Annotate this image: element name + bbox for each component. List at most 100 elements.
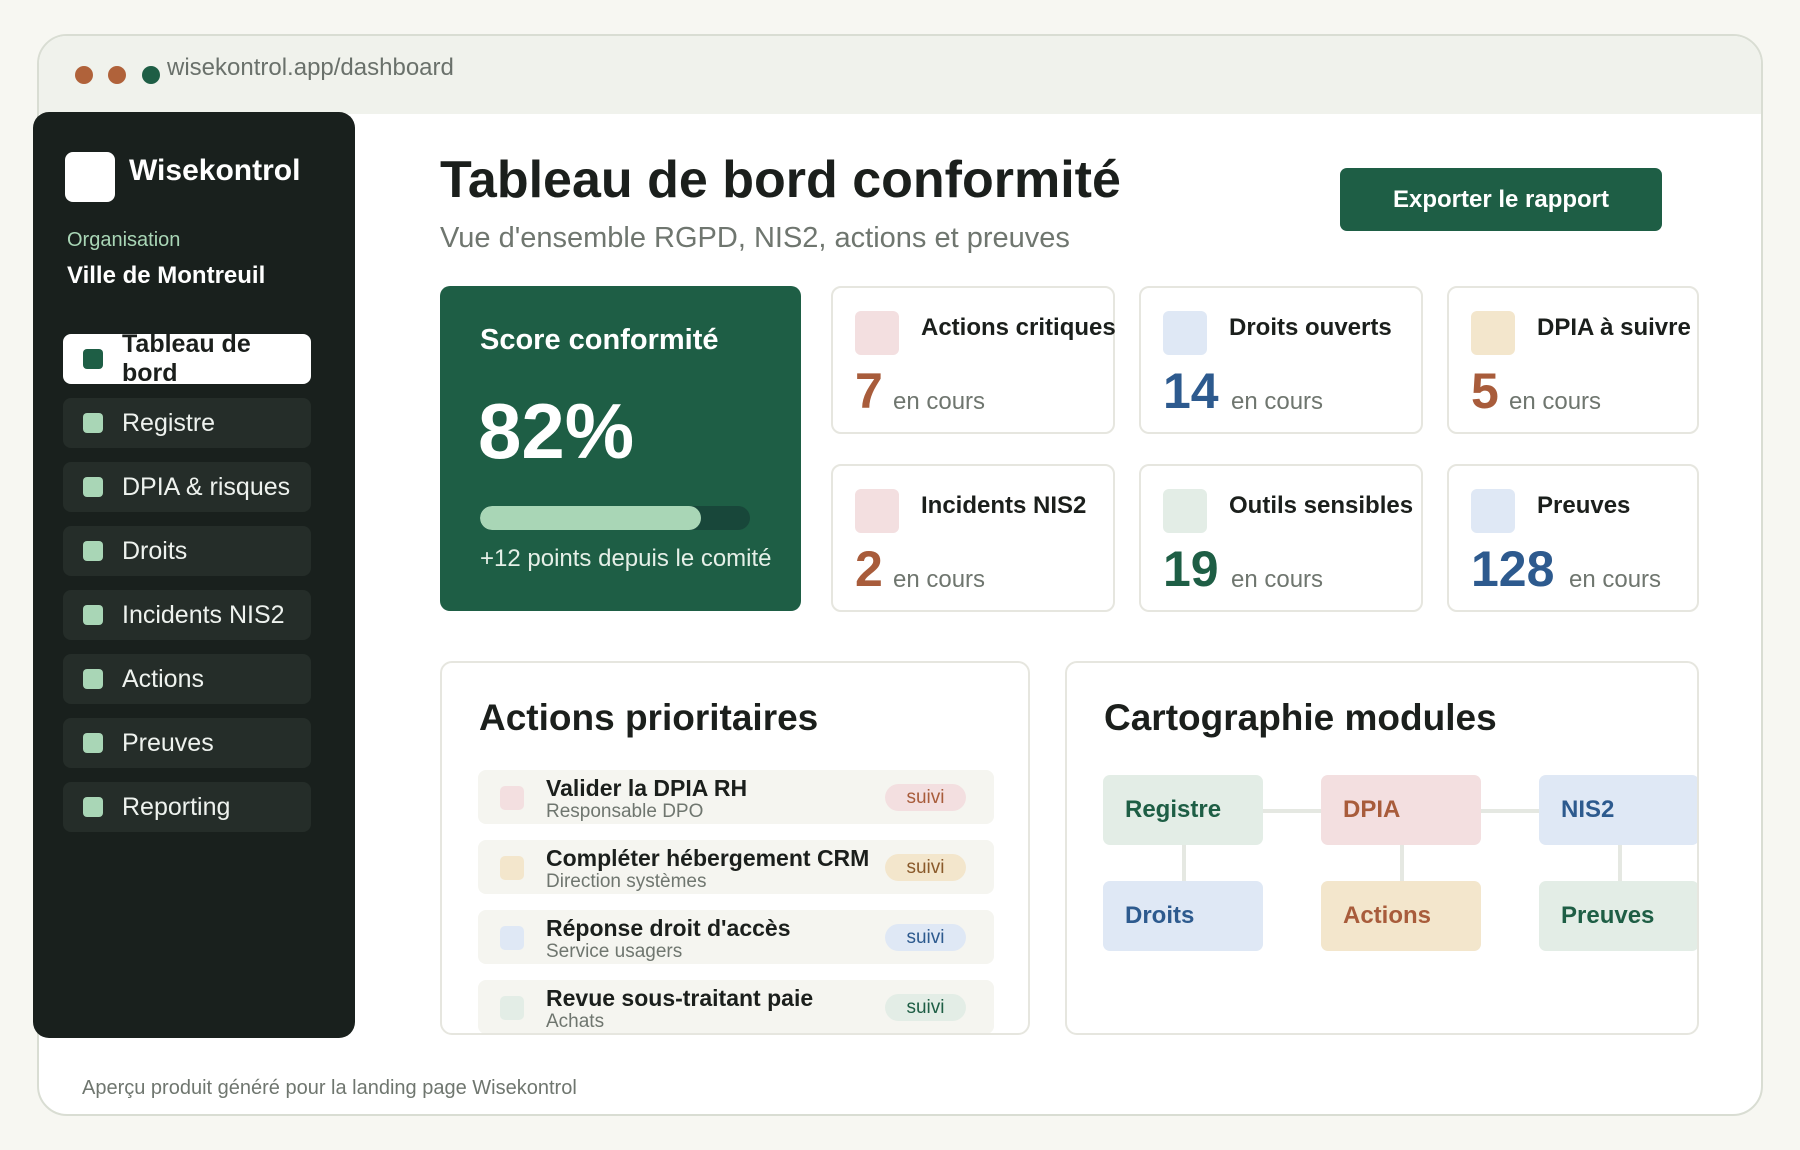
action-item[interactable]: Compléter hébergement CRM Direction syst… — [478, 840, 994, 894]
stat-value: 7 — [855, 363, 883, 419]
sidebar-item-registre[interactable]: Registre — [63, 398, 311, 448]
nav-bullet-icon — [83, 669, 103, 689]
action-status-icon — [500, 996, 524, 1020]
sidebar-item-label: Actions — [122, 664, 204, 693]
stat-value: 14 — [1163, 363, 1219, 419]
stat-card-dpia-a-suivre[interactable]: DPIA à suivre 5 en cours — [1447, 286, 1699, 434]
stat-title: DPIA à suivre — [1537, 314, 1691, 341]
stat-subtext: en cours — [1231, 566, 1324, 593]
sidebar-nav: Tableau de bord Registre DPIA & risques … — [63, 330, 311, 846]
sidebar-item-label: Droits — [122, 536, 188, 565]
nav-bullet-icon — [83, 349, 103, 369]
organisation-name: Ville de Montreuil — [67, 262, 266, 289]
module-nis2[interactable]: NIS2 — [1539, 775, 1697, 845]
browser-toolbar: wisekontrol.app/dashboard — [39, 36, 1761, 114]
brand-name: Wisekontrol — [129, 154, 301, 187]
sidebar-item-label: DPIA & risques — [122, 472, 291, 501]
stat-value: 19 — [1163, 541, 1219, 597]
priority-actions-panel: Actions prioritaires Valider la DPIA RH … — [440, 661, 1030, 1035]
module-preuves[interactable]: Preuves — [1539, 881, 1697, 951]
stat-icon — [855, 489, 899, 533]
status-badge: suivi — [885, 854, 966, 881]
stat-value: 5 — [1471, 363, 1499, 419]
sidebar-item-label: Incidents NIS2 — [122, 600, 285, 629]
sidebar-item-label: Tableau de bord — [122, 330, 251, 387]
module-connector — [1262, 809, 1322, 813]
stat-title: Outils sensibles — [1229, 492, 1414, 519]
stat-card-incidents-nis2[interactable]: Incidents NIS2 2 en cours — [831, 464, 1115, 612]
brand-logo-icon — [65, 152, 115, 202]
organisation-label: Organisation — [67, 229, 181, 251]
stat-icon — [1163, 311, 1207, 355]
nav-bullet-icon — [83, 541, 103, 561]
score-note: +12 points depuis le comité — [480, 545, 772, 572]
panel-title: Actions prioritaires — [479, 697, 819, 738]
status-badge: suivi — [885, 994, 966, 1021]
score-progress-bar — [480, 506, 750, 530]
stat-value: 2 — [855, 541, 883, 597]
export-report-button[interactable]: Exporter le rapport — [1340, 168, 1662, 231]
stat-card-actions-critiques[interactable]: Actions critiques 7 en cours — [831, 286, 1116, 434]
sidebar-item-label: Reporting — [122, 792, 231, 821]
stat-subtext: en cours — [1569, 566, 1662, 593]
stat-subtext: en cours — [893, 388, 986, 415]
action-item[interactable]: Revue sous-traitant paie Achats suivi — [478, 980, 994, 1033]
module-connector — [1480, 809, 1540, 813]
score-label: Score conformité — [480, 324, 719, 356]
sidebar-item-incidents-nis2[interactable]: Incidents NIS2 — [63, 590, 311, 640]
sidebar: Wisekontrol Organisation Ville de Montre… — [33, 112, 355, 1038]
action-owner: Service usagers — [546, 941, 683, 962]
sidebar-item-preuves[interactable]: Preuves — [63, 718, 311, 768]
action-owner: Direction systèmes — [546, 871, 707, 892]
window-close-dot[interactable] — [75, 66, 93, 84]
stat-value: 128 — [1471, 541, 1555, 597]
action-item[interactable]: Valider la DPIA RH Responsable DPO suivi — [478, 770, 994, 824]
page-subtitle: Vue d'ensemble RGPD, NIS2, actions et pr… — [440, 222, 1070, 254]
action-owner: Responsable DPO — [546, 801, 704, 822]
score-value: 82% — [478, 387, 635, 475]
score-progress-fill — [480, 506, 702, 530]
sidebar-item-reporting[interactable]: Reporting — [63, 782, 311, 832]
address-bar-url[interactable]: wisekontrol.app/dashboard — [167, 54, 454, 82]
action-title: Réponse droit d'accès — [546, 915, 791, 941]
sidebar-item-label: Registre — [122, 408, 216, 437]
stat-title: Incidents NIS2 — [921, 492, 1087, 519]
page-title: Tableau de bord conformité — [440, 151, 1121, 209]
module-connector — [1182, 843, 1186, 883]
stat-subtext: en cours — [893, 566, 986, 593]
sidebar-item-tableau-de-bord[interactable]: Tableau de bord — [63, 330, 311, 387]
action-title: Valider la DPIA RH — [546, 775, 748, 801]
nav-bullet-icon — [83, 797, 103, 817]
stat-icon — [855, 311, 899, 355]
window-maximize-dot[interactable] — [142, 66, 160, 84]
stat-icon — [1163, 489, 1207, 533]
module-connector — [1400, 843, 1404, 883]
action-status-icon — [500, 926, 524, 950]
action-item[interactable]: Réponse droit d'accès Service usagers su… — [478, 910, 994, 964]
stat-title: Actions critiques — [921, 314, 1116, 341]
stat-card-preuves[interactable]: Preuves 128 en cours — [1447, 464, 1699, 612]
action-title: Revue sous-traitant paie — [546, 985, 814, 1011]
stat-card-droits-ouverts[interactable]: Droits ouverts 14 en cours — [1139, 286, 1423, 434]
sidebar-item-dpia-risques[interactable]: DPIA & risques — [63, 462, 311, 512]
stat-icon — [1471, 489, 1515, 533]
module-dpia[interactable]: DPIA — [1321, 775, 1481, 845]
stat-subtext: en cours — [1509, 388, 1602, 415]
stat-title: Droits ouverts — [1229, 314, 1392, 341]
module-droits[interactable]: Droits — [1103, 881, 1263, 951]
sidebar-item-droits[interactable]: Droits — [63, 526, 311, 576]
module-actions[interactable]: Actions — [1321, 881, 1481, 951]
sidebar-item-label: Preuves — [122, 728, 214, 757]
stat-icon — [1471, 311, 1515, 355]
nav-bullet-icon — [83, 477, 103, 497]
window-minimize-dot[interactable] — [108, 66, 126, 84]
panel-title: Cartographie modules — [1104, 697, 1497, 738]
status-badge: suivi — [885, 924, 966, 951]
compliance-score-card: Score conformité 82% +12 points depuis l… — [440, 286, 801, 611]
footer-caption: Aperçu produit généré pour la landing pa… — [82, 1077, 577, 1099]
action-title: Compléter hébergement CRM — [546, 845, 870, 871]
sidebar-item-actions[interactable]: Actions — [63, 654, 311, 704]
stat-title: Preuves — [1537, 492, 1631, 519]
module-registre[interactable]: Registre — [1103, 775, 1263, 845]
stat-card-outils-sensibles[interactable]: Outils sensibles 19 en cours — [1139, 464, 1423, 612]
